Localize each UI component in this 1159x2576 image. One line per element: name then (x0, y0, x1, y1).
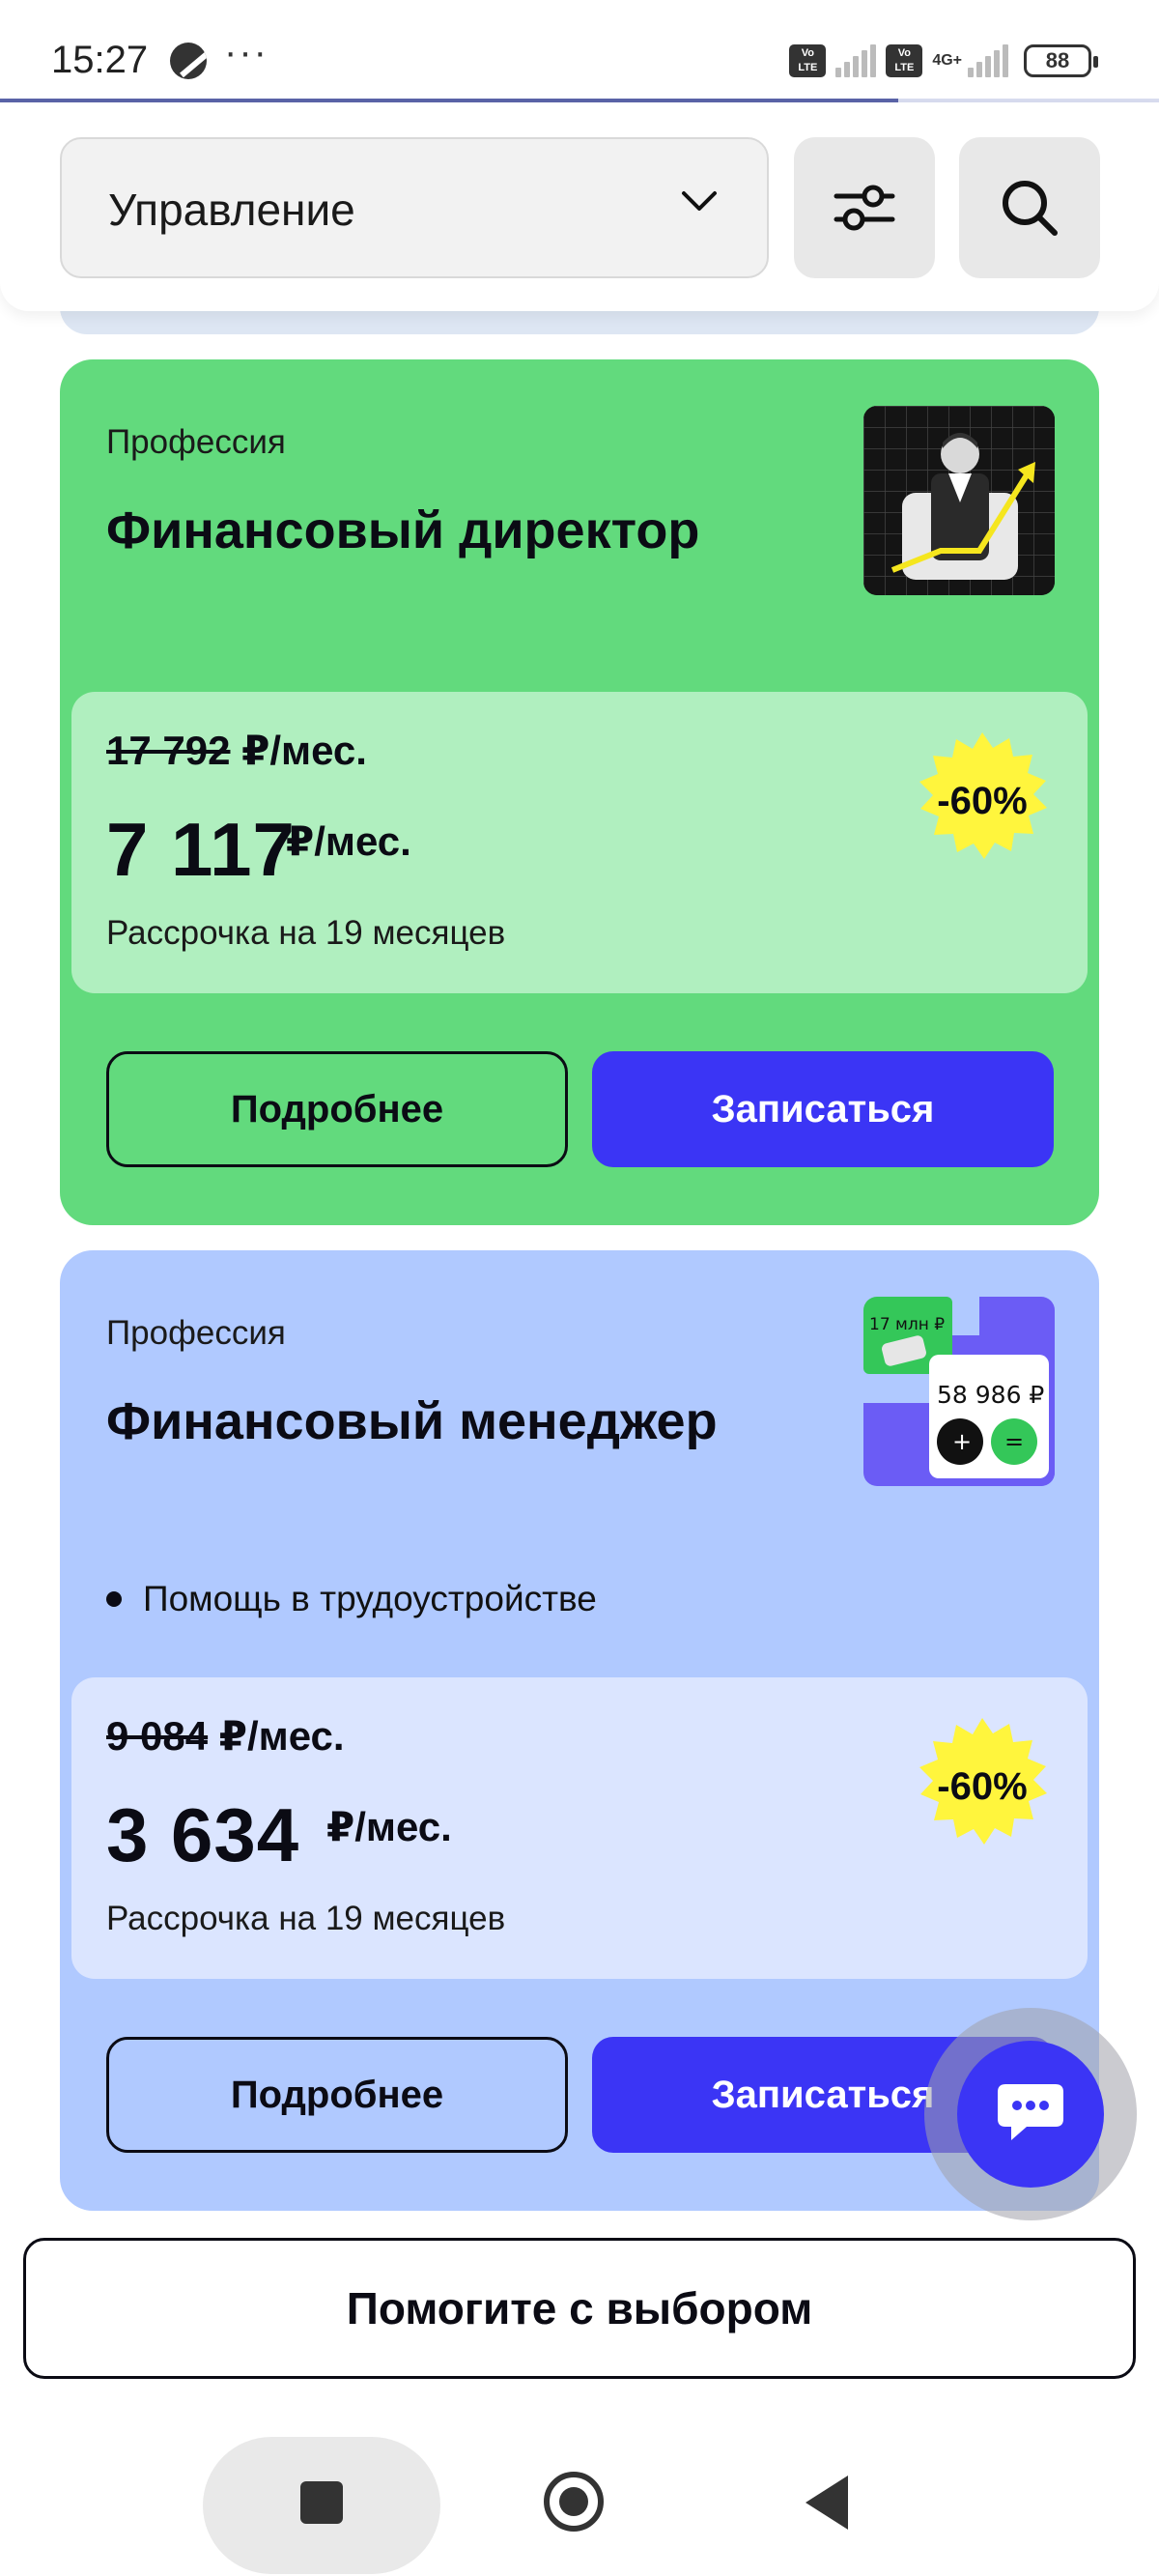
discount-badge: -60% (912, 730, 1053, 872)
help-choose-button[interactable]: Помогите с выбором (23, 2238, 1136, 2379)
bullet-icon (106, 1591, 122, 1607)
old-price-unit: ₽/мес. (218, 1713, 345, 1759)
current-price-unit: ₽/мес. (326, 1804, 452, 1849)
feature-text: Помощь в трудоустройстве (143, 1579, 597, 1618)
old-price-value: 9 084 (106, 1713, 209, 1759)
old-price-unit: ₽/мес. (241, 728, 367, 773)
details-button[interactable]: Подробнее (106, 2037, 568, 2153)
home-icon[interactable] (544, 2472, 604, 2532)
svg-text:=: = (1004, 1428, 1024, 1455)
course-type: Профессия (106, 423, 286, 461)
volte-icon: Vo LTE (789, 44, 827, 77)
sliders-icon (834, 185, 895, 231)
status-icons: Vo LTE Vo LTE 4G+ 88 (789, 41, 1098, 81)
system-nav-bar (0, 2416, 1159, 2576)
signal-icon-2 (968, 44, 1008, 77)
old-price: 17 792 ₽/мес. (106, 727, 367, 774)
discount-value: -60% (937, 1765, 1028, 1808)
volte-icon-2: Vo LTE (886, 44, 923, 77)
back-icon[interactable] (806, 2476, 848, 2530)
chevron-down-icon (682, 191, 717, 211)
status-bar: 15:27 ··· Vo LTE Vo LTE 4G+ 88 (0, 0, 1159, 100)
discount-badge: -60% (912, 1716, 1053, 1857)
chat-button[interactable] (957, 2041, 1104, 2188)
svg-text:+: + (952, 1428, 972, 1455)
recents-icon[interactable] (300, 2481, 343, 2524)
chat-icon (998, 2084, 1063, 2140)
price-block: 9 084 ₽/мес. 3 634 ₽/мес. Рассрочка на 1… (71, 1677, 1088, 1979)
more-notifications-icon: ··· (224, 31, 269, 73)
bottom-panel: Помогите с выбором (0, 2211, 1159, 2443)
signal-icon (835, 44, 877, 77)
thumb-amount-2: 58 986 ₽ (937, 1381, 1044, 1409)
current-price: 3 634 (106, 1792, 300, 1877)
course-title[interactable]: Финансовый директор (106, 501, 699, 560)
dnd-icon (170, 43, 207, 79)
course-title[interactable]: Финансовый менеджер (106, 1391, 718, 1451)
search-button[interactable] (959, 137, 1100, 278)
details-button[interactable]: Подробнее (106, 1051, 568, 1167)
old-price-value: 17 792 (106, 728, 231, 773)
installment-text: Рассрочка на 19 месяцев (106, 1900, 506, 1937)
course-type: Профессия (106, 1314, 286, 1352)
course-card[interactable]: Профессия Финансовый директор 17 792 ₽/м… (60, 359, 1099, 1225)
price-block: 17 792 ₽/мес. 7 117 ₽/мес. Рассрочка на … (71, 692, 1088, 993)
category-select-value: Управление (108, 185, 355, 235)
filters-button[interactable] (794, 137, 935, 278)
category-select[interactable]: Управление (60, 137, 769, 278)
course-image (863, 406, 1055, 595)
thumb-amount-1: 17 млн ₽ (869, 1315, 945, 1334)
current-price-unit: ₽/мес. (286, 818, 411, 864)
battery-icon: 88 (1024, 44, 1098, 77)
current-price: 7 117 (106, 807, 296, 892)
search-icon (1003, 181, 1058, 236)
course-image: 17 млн ₽ 58 986 ₽ + = (863, 1297, 1055, 1486)
installment-text: Рассрочка на 19 месяцев (106, 914, 506, 952)
feature-item: Помощь в трудоустройстве (106, 1579, 597, 1619)
enroll-button[interactable]: Записаться (592, 1051, 1054, 1167)
discount-value: -60% (937, 780, 1028, 822)
filter-bar: Управление (0, 102, 1159, 311)
status-time: 15:27 (51, 39, 149, 81)
network-type: 4G+ (932, 52, 962, 69)
old-price: 9 084 ₽/мес. (106, 1712, 345, 1760)
